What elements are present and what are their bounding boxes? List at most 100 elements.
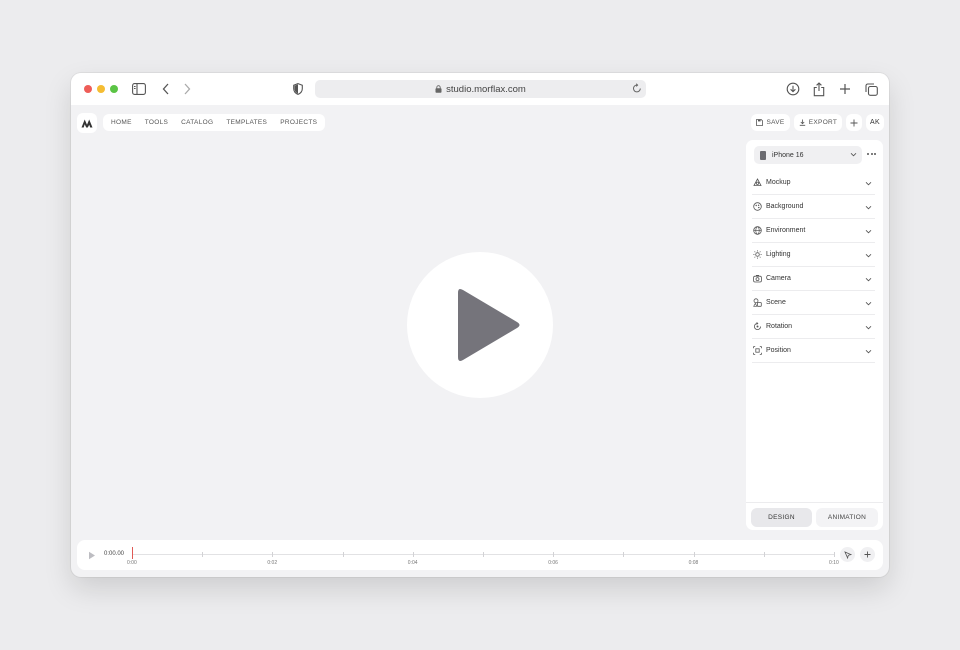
- browser-window: studio.morflax.com HOME TOOLS CATALOG TE…: [71, 73, 889, 577]
- current-time: 0:00.00: [104, 551, 125, 557]
- chevron-down-icon: [865, 205, 872, 210]
- section-lighting[interactable]: Lighting: [752, 243, 875, 267]
- section-label: Lighting: [766, 251, 791, 258]
- timeline-label: 0:04: [407, 560, 418, 566]
- timeline-tick: [272, 552, 274, 557]
- section-label: Rotation: [766, 323, 793, 330]
- new-tab-icon[interactable]: [837, 81, 853, 97]
- device-name: iPhone 16: [772, 151, 804, 159]
- chevron-down-icon: [865, 349, 872, 354]
- globe-icon: [753, 226, 762, 235]
- reload-icon[interactable]: [632, 83, 642, 94]
- section-scene[interactable]: Scene: [752, 291, 875, 315]
- section-label: Position: [766, 347, 791, 354]
- chevron-down-icon: [865, 229, 872, 234]
- logo-icon: [81, 119, 93, 127]
- nav-projects[interactable]: PROJECTS: [280, 119, 317, 126]
- timeline-label: 0:06: [548, 560, 558, 566]
- timeline-tick: [763, 552, 765, 557]
- section-mockup[interactable]: Mockup: [752, 171, 875, 195]
- camera-icon: [753, 274, 762, 283]
- address-bar[interactable]: studio.morflax.com: [315, 80, 646, 98]
- timeline-tick: [202, 552, 204, 557]
- nav-catalog[interactable]: CATALOG: [181, 119, 213, 126]
- timeline-tick: [834, 552, 835, 557]
- browser-titlebar: studio.morflax.com: [71, 73, 889, 105]
- cursor-tool-button[interactable]: [840, 547, 855, 562]
- timeline-tick: [623, 552, 625, 557]
- section-position[interactable]: Position: [752, 339, 875, 363]
- add-button[interactable]: [846, 114, 862, 131]
- plus-icon: [850, 119, 858, 126]
- device-selector[interactable]: iPhone 16: [754, 146, 862, 164]
- main-nav: HOME TOOLS CATALOG TEMPLATES PROJECTS: [103, 114, 326, 131]
- background-icon: [753, 202, 762, 211]
- nav-tools[interactable]: TOOLS: [145, 119, 168, 126]
- export-label: EXPORT: [808, 119, 838, 126]
- share-icon[interactable]: [811, 81, 827, 97]
- close-window-button[interactable]: [84, 85, 92, 93]
- mockup-icon: [753, 178, 762, 187]
- timeline-play-icon[interactable]: [88, 551, 96, 560]
- save-button[interactable]: SAVE: [751, 114, 790, 131]
- back-icon[interactable]: [158, 81, 174, 97]
- move-icon: [753, 346, 762, 355]
- nav-templates[interactable]: TEMPLATES: [226, 119, 267, 126]
- timeline-label: 0:00: [127, 560, 137, 566]
- morflax-logo[interactable]: [77, 113, 97, 133]
- section-label: Background: [766, 203, 804, 210]
- shapes-icon: [753, 298, 762, 307]
- chevron-down-icon: [865, 277, 872, 282]
- minimize-window-button[interactable]: [97, 85, 105, 93]
- section-label: Scene: [766, 299, 786, 306]
- section-camera[interactable]: Camera: [752, 267, 875, 291]
- tab-overview-icon[interactable]: [863, 81, 879, 97]
- chevron-down-icon: [865, 301, 872, 306]
- export-button[interactable]: EXPORT: [794, 114, 842, 131]
- panel-tabs: DESIGN ANIMATION: [746, 502, 883, 530]
- timeline-label: 0:08: [688, 560, 699, 566]
- phone-icon: [760, 150, 766, 160]
- tab-animation-label: ANIMATION: [827, 514, 867, 521]
- timeline: 0:00.00 0:00 0:02 0:04 0:06 0:08 0:10: [77, 540, 883, 570]
- timeline-tick: [693, 552, 695, 557]
- more-options-icon[interactable]: [867, 153, 876, 155]
- avatar-initials: AK: [870, 119, 880, 126]
- add-keyframe-button[interactable]: [860, 547, 875, 562]
- sidebar-toggle-icon[interactable]: [131, 81, 147, 97]
- play-icon: [458, 289, 520, 361]
- section-rotation[interactable]: Rotation: [752, 315, 875, 339]
- shield-icon[interactable]: [290, 81, 306, 97]
- chevron-down-icon: [865, 325, 872, 330]
- canvas-play-button[interactable]: [407, 252, 553, 398]
- timeline-tick: [483, 552, 484, 557]
- timeline-tick: [342, 552, 344, 557]
- section-background[interactable]: Background: [752, 195, 875, 219]
- sun-icon: [753, 250, 762, 259]
- playhead[interactable]: [132, 547, 133, 559]
- tab-design[interactable]: DESIGN: [751, 508, 812, 527]
- chevron-down-icon: [865, 253, 872, 258]
- chevron-down-icon: [850, 152, 857, 157]
- forward-icon[interactable]: [179, 81, 195, 97]
- avatar[interactable]: AK: [866, 114, 884, 131]
- plus-icon: [864, 551, 871, 558]
- cursor-icon: [843, 550, 852, 559]
- timeline-label: 0:02: [267, 560, 278, 566]
- rotate-icon: [753, 322, 762, 331]
- section-label: Environment: [766, 227, 806, 234]
- export-icon: [799, 119, 805, 126]
- save-icon: [756, 119, 764, 126]
- maximize-window-button[interactable]: [110, 85, 118, 93]
- settings-panel: iPhone 16 Mockup Background Environment …: [746, 140, 883, 530]
- section-label: Camera: [766, 275, 791, 282]
- nav-home[interactable]: HOME: [111, 119, 132, 126]
- section-environment[interactable]: Environment: [752, 219, 875, 243]
- timeline-tick: [412, 552, 414, 557]
- url-text: studio.morflax.com: [446, 83, 526, 95]
- chevron-down-icon: [865, 181, 872, 186]
- download-icon[interactable]: [785, 81, 801, 97]
- tab-design-label: DESIGN: [768, 514, 795, 521]
- timeline-tick: [553, 552, 555, 557]
- tab-animation[interactable]: ANIMATION: [816, 508, 878, 527]
